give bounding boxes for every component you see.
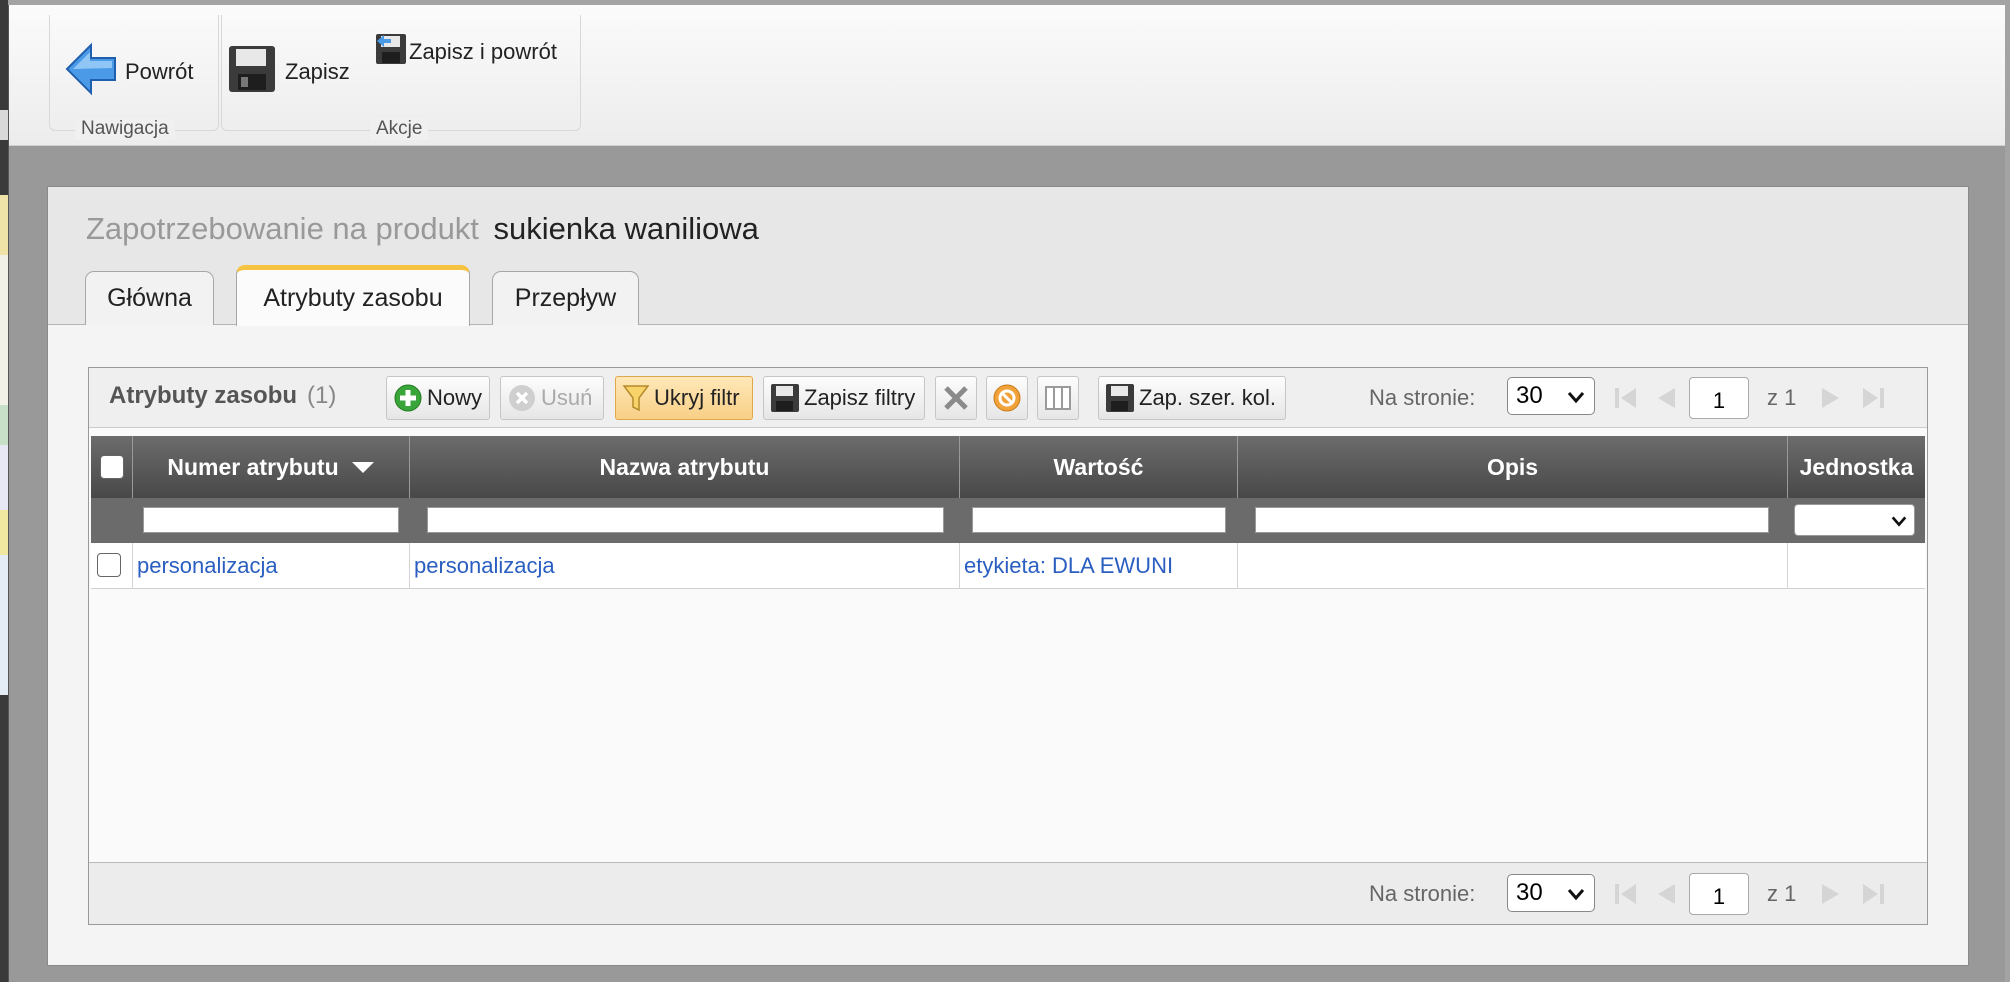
save-filters-button[interactable]: Zapisz filtry	[763, 376, 925, 420]
cell-unit	[1788, 543, 1925, 589]
column-header-number-label: Numer atrybutu	[167, 453, 339, 480]
cell-description	[1238, 543, 1788, 589]
table-row: personalizacja personalizacja etykieta: …	[91, 543, 1925, 589]
page-title: Zapotrzebowanie na produkt sukienka wani…	[86, 211, 759, 247]
column-header-name[interactable]: Nazwa atrybutu	[410, 436, 960, 498]
x-circle-icon	[507, 383, 537, 413]
tab-main[interactable]: Główna	[85, 271, 214, 325]
save-filters-label: Zapisz filtry	[804, 385, 916, 410]
group-caption-actions: Akcje	[370, 118, 429, 140]
header-select-all-cell	[91, 436, 133, 498]
save-label: Zapisz	[285, 59, 350, 84]
select-all-checkbox[interactable]	[100, 455, 124, 479]
per-page-label: Na stronie:	[1369, 385, 1476, 410]
column-header-number[interactable]: Numer atrybutu	[133, 436, 410, 498]
cell-name-link[interactable]: personalizacja	[410, 543, 960, 589]
tab-resource-attributes[interactable]: Atrybuty zasobu	[236, 265, 470, 326]
grid-title: Atrybuty zasobu (1)	[109, 382, 336, 410]
floppy-disk-icon	[227, 44, 277, 100]
per-page-value: 30	[1516, 382, 1543, 409]
new-label: Nowy	[427, 385, 483, 410]
save-and-return-button[interactable]: Zapisz i powrót	[375, 33, 557, 71]
save-button[interactable]: Zapisz	[227, 44, 350, 100]
funnel-icon	[622, 383, 650, 413]
filter-description-input[interactable]	[1255, 507, 1769, 533]
sort-desc-icon	[351, 460, 375, 474]
floppy-return-icon	[375, 33, 407, 71]
columns-icon	[1043, 383, 1073, 413]
chevron-down-icon	[1566, 386, 1586, 414]
back-button[interactable]: Powrót	[65, 42, 193, 102]
ribbon-toolbar: Nawigacja Akcje Powrót Zapisz Zapisz i p…	[9, 5, 2005, 146]
filter-name-input[interactable]	[427, 507, 944, 533]
columns-button[interactable]	[1037, 376, 1079, 420]
save-column-widths-button[interactable]: Zap. szer. kol.	[1098, 376, 1286, 420]
back-label: Powrót	[125, 59, 194, 84]
save-and-return-label: Zapisz i powrót	[409, 39, 557, 64]
floppy-disk-icon	[770, 383, 800, 413]
previous-page-icon[interactable]	[1652, 880, 1680, 913]
per-page-select[interactable]: 30	[1507, 377, 1595, 415]
per-page-label: Na stronie:	[1369, 881, 1476, 906]
delete-label: Usuń	[541, 385, 593, 410]
save-column-widths-label: Zap. szer. kol.	[1139, 385, 1276, 410]
column-header-description[interactable]: Opis	[1238, 436, 1788, 498]
clear-filters-button[interactable]	[935, 376, 977, 420]
page-total-label: z 1	[1767, 881, 1797, 906]
cell-number-link[interactable]: personalizacja	[133, 543, 410, 589]
per-page-value: 30	[1516, 879, 1543, 906]
attributes-grid: Atrybuty zasobu (1) Nowy Usuń Ukryj filtr…	[88, 367, 1928, 925]
page-number-input[interactable]: 1	[1689, 873, 1749, 915]
cell-value-link[interactable]: etykieta: DLA EWUNI	[960, 543, 1238, 589]
main-panel: Zapotrzebowanie na produkt sukienka wani…	[47, 186, 1969, 966]
group-caption-navigation: Nawigacja	[75, 118, 175, 140]
row-select-cell	[91, 543, 133, 589]
grid-count: (1)	[307, 382, 337, 409]
reset-button[interactable]	[986, 376, 1028, 420]
hide-filter-button[interactable]: Ukryj filtr	[615, 376, 753, 420]
x-mark-icon	[941, 383, 971, 413]
grid-title-text: Atrybuty zasobu	[109, 382, 298, 409]
last-page-icon[interactable]	[1859, 880, 1887, 913]
background-window-strip	[0, 0, 8, 982]
page-total-label: z 1	[1767, 385, 1797, 410]
floppy-disk-icon	[1105, 383, 1135, 413]
first-page-icon[interactable]	[1612, 880, 1640, 913]
panel-header: Zapotrzebowanie na produkt sukienka wani…	[48, 187, 1968, 326]
filter-value-input[interactable]	[972, 507, 1226, 533]
first-page-icon[interactable]	[1612, 384, 1640, 417]
column-header-unit[interactable]: Jednostka	[1788, 436, 1925, 498]
filter-row	[91, 498, 1925, 543]
chevron-down-icon	[1890, 512, 1908, 535]
new-button[interactable]: Nowy	[386, 376, 490, 420]
chevron-down-icon	[1566, 883, 1586, 911]
tab-flow[interactable]: Przepływ	[492, 271, 639, 325]
page-number-input[interactable]: 1	[1689, 377, 1749, 419]
product-name: sukienka waniliowa	[493, 211, 759, 246]
last-page-icon[interactable]	[1859, 384, 1887, 417]
previous-page-icon[interactable]	[1652, 384, 1680, 417]
filter-number-input[interactable]	[143, 507, 399, 533]
per-page-select[interactable]: 30	[1507, 874, 1595, 912]
filter-unit-select[interactable]	[1794, 504, 1915, 536]
prohibit-icon	[992, 383, 1022, 413]
grid-toolbar: Atrybuty zasobu (1) Nowy Usuń Ukryj filtr…	[89, 368, 1927, 428]
row-checkbox[interactable]	[97, 553, 121, 577]
arrow-left-icon	[65, 42, 117, 102]
grid-footer-pager: Na stronie: 30 1 z 1	[89, 862, 1927, 924]
next-page-icon[interactable]	[1817, 384, 1845, 417]
grid-header-row: Numer atrybutu Nazwa atrybutu Wartość Op…	[91, 436, 1925, 498]
delete-button[interactable]: Usuń	[500, 376, 604, 420]
dialog-window: Nawigacja Akcje Powrót Zapisz Zapisz i p…	[8, 5, 2005, 982]
column-header-value[interactable]: Wartość	[960, 436, 1238, 498]
title-prefix: Zapotrzebowanie na produkt	[86, 211, 479, 246]
hide-filter-label: Ukryj filtr	[654, 385, 740, 410]
next-page-icon[interactable]	[1817, 880, 1845, 913]
plus-circle-icon	[393, 383, 423, 413]
